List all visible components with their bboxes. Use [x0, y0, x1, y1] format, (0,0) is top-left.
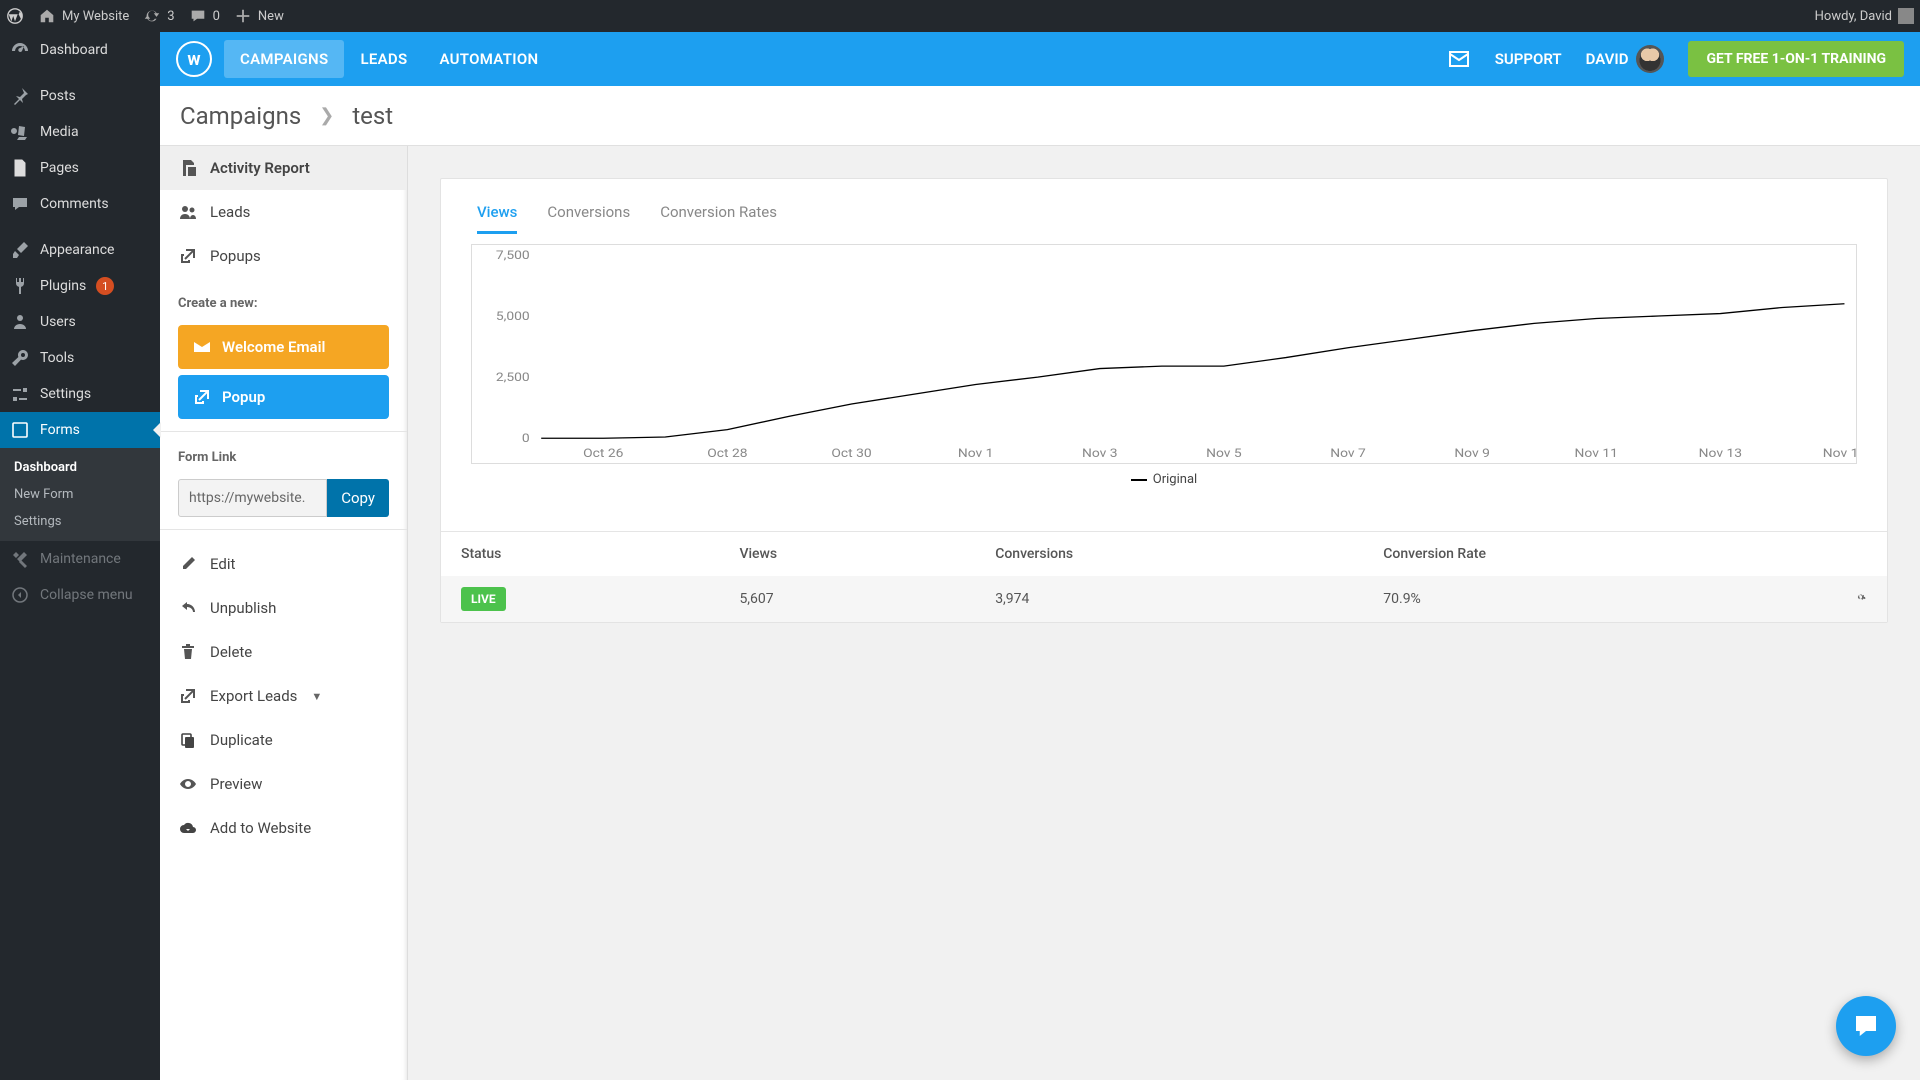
svg-text:Nov 9: Nov 9 [1454, 447, 1490, 461]
chevron-right-icon: ❯ [319, 105, 334, 126]
crumb-leaf: test [352, 102, 393, 130]
panel-leads[interactable]: Leads [160, 190, 407, 234]
tab-leads[interactable]: LEADS [344, 40, 423, 78]
col-status: Status [441, 532, 719, 577]
plugin-top-bar: w CAMPAIGNS LEADS AUTOMATION SUPPORT DAV… [160, 32, 1920, 86]
wp-comments[interactable]: 0 [189, 7, 220, 25]
cta-training-button[interactable]: GET FREE 1-ON-1 TRAINING [1688, 41, 1904, 77]
wp-sidebar: Dashboard Posts Media Pages Comments App… [0, 32, 160, 1080]
panel-popups[interactable]: Popups [160, 234, 407, 278]
action-duplicate[interactable]: Duplicate [160, 718, 407, 762]
plugins-badge: 1 [96, 277, 114, 295]
users-icon [178, 202, 198, 222]
col-rate: Conversion Rate [1363, 532, 1833, 577]
action-unpublish[interactable]: Unpublish [160, 586, 407, 630]
campaign-side-panel: Activity Report Leads Popups Create a ne… [160, 146, 408, 1080]
form-link-label: Form Link [160, 444, 407, 473]
stats-table: Status Views Conversions Conversion Rate… [441, 531, 1887, 622]
chart-tab-views[interactable]: Views [477, 203, 517, 234]
mail-icon [192, 337, 212, 357]
form-link-input[interactable] [178, 479, 327, 517]
site-name: My Website [62, 9, 129, 24]
tab-automation[interactable]: AUTOMATION [423, 40, 554, 78]
action-preview[interactable]: Preview [160, 762, 407, 806]
gear-icon[interactable] [1853, 590, 1867, 604]
action-export-leads[interactable]: Export Leads▼ [160, 674, 407, 718]
svg-text:Oct 26: Oct 26 [583, 447, 623, 461]
svg-text:Nov 15: Nov 15 [1823, 447, 1856, 461]
menu-collapse[interactable]: Collapse menu [0, 577, 160, 613]
cell-conversions: 3,974 [975, 576, 1363, 622]
status-badge: LIVE [461, 587, 506, 611]
svg-text:Nov 5: Nov 5 [1206, 447, 1242, 461]
report-card: Views Conversions Conversion Rates 0 2,50… [440, 178, 1888, 623]
chart-legend: Original [471, 464, 1857, 491]
user-menu[interactable]: DAVID [1586, 45, 1665, 73]
create-popup-button[interactable]: Popup [178, 375, 389, 419]
panel-activity-report[interactable]: Activity Report [160, 146, 407, 190]
menu-forms[interactable]: Forms [0, 412, 160, 448]
caret-down-icon: ▼ [311, 690, 322, 703]
crumb-root[interactable]: Campaigns [180, 102, 301, 130]
svg-text:0: 0 [522, 432, 530, 446]
chart-tab-rates[interactable]: Conversion Rates [660, 203, 777, 234]
wp-updates[interactable]: 3 [143, 7, 174, 25]
chart-tabs: Views Conversions Conversion Rates [441, 179, 1887, 234]
avatar-icon [1898, 8, 1914, 24]
action-add-to-website[interactable]: Add to Website [160, 806, 407, 850]
svg-text:Oct 30: Oct 30 [831, 447, 871, 461]
action-delete[interactable]: Delete [160, 630, 407, 674]
pencil-icon [178, 554, 198, 574]
svg-text:7,500: 7,500 [496, 249, 530, 263]
cell-views: 5,607 [719, 576, 975, 622]
cloud-icon [178, 818, 198, 838]
chat-icon [1851, 1011, 1881, 1041]
svg-text:Nov 1: Nov 1 [958, 447, 994, 461]
breadcrumb: Campaigns ❯ test [160, 86, 1920, 146]
external-icon [178, 686, 198, 706]
trash-icon [178, 642, 198, 662]
col-conversions: Conversions [975, 532, 1363, 577]
tab-campaigns[interactable]: CAMPAIGNS [224, 40, 344, 78]
user-avatar-icon [1636, 45, 1664, 73]
cell-rate: 70.9% [1363, 576, 1833, 622]
copy-button[interactable]: Copy [327, 479, 389, 517]
eye-icon [178, 774, 198, 794]
mail-icon[interactable] [1447, 47, 1471, 71]
support-link[interactable]: SUPPORT [1495, 50, 1562, 68]
chart-tab-conversions[interactable]: Conversions [547, 203, 630, 234]
plugin-logo[interactable]: w [176, 41, 212, 77]
action-edit[interactable]: Edit [160, 542, 407, 586]
report-icon [178, 158, 198, 178]
svg-text:Nov 3: Nov 3 [1082, 447, 1118, 461]
wp-howdy[interactable]: Howdy, David [1815, 8, 1914, 24]
col-views: Views [719, 532, 975, 577]
wp-new[interactable]: New [234, 7, 284, 25]
external-icon [192, 387, 212, 407]
svg-text:Nov 13: Nov 13 [1699, 447, 1742, 461]
svg-text:Nov 11: Nov 11 [1575, 447, 1618, 461]
svg-text:5,000: 5,000 [496, 310, 530, 324]
svg-text:Nov 7: Nov 7 [1330, 447, 1366, 461]
create-new-label: Create a new: [160, 278, 407, 319]
duplicate-icon [178, 730, 198, 750]
svg-text:2,500: 2,500 [496, 371, 530, 385]
wp-admin-bar: My Website 3 0 New Howdy, David [0, 0, 1920, 32]
external-icon [178, 246, 198, 266]
undo-icon [178, 598, 198, 618]
wp-site-link[interactable]: My Website [38, 7, 129, 25]
intercom-launcher[interactable] [1836, 996, 1896, 1056]
create-welcome-email-button[interactable]: Welcome Email [178, 325, 389, 369]
dashboard-main: Views Conversions Conversion Rates 0 2,50… [408, 146, 1920, 1080]
table-row: LIVE 5,607 3,974 70.9% [441, 576, 1887, 622]
views-chart: 0 2,500 5,000 7,500 Oct 26 Oct 28 Oct 30 Nov 1 N… [471, 244, 1857, 464]
svg-text:Oct 28: Oct 28 [707, 447, 747, 461]
